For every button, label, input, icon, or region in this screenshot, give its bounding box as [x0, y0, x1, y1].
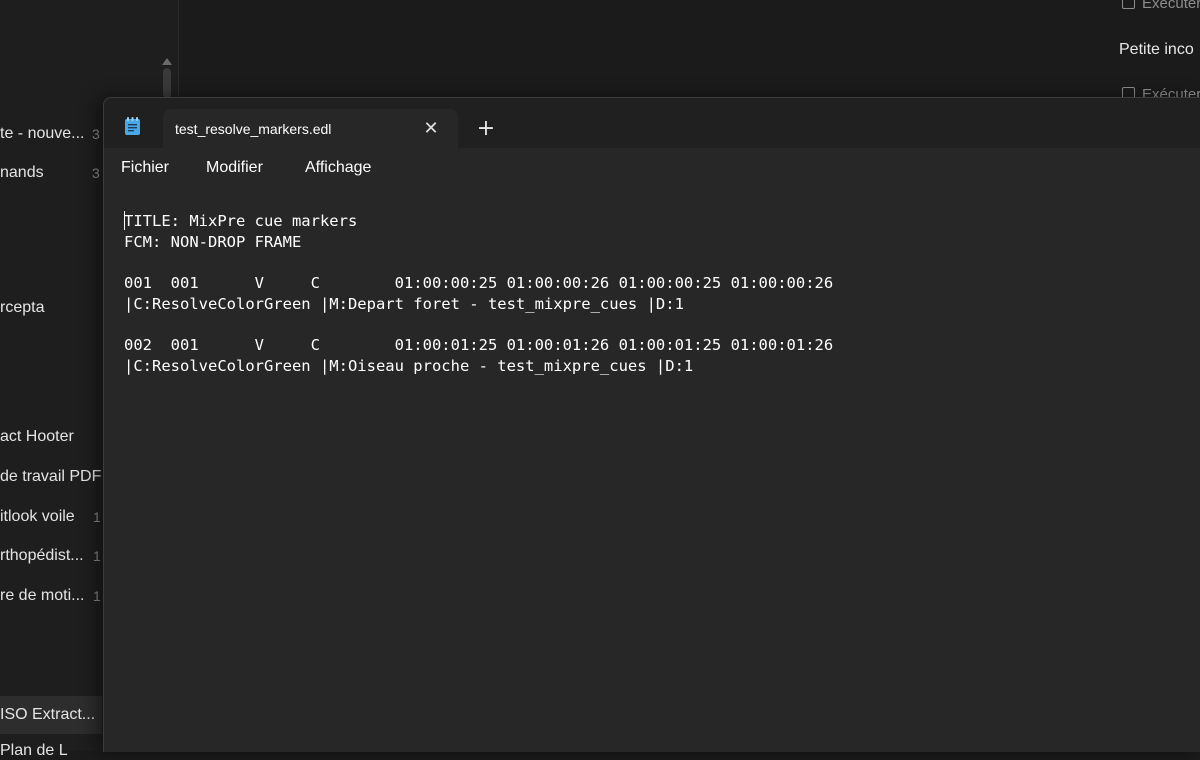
background-list-item[interactable]: de travail PDF: [0, 468, 102, 486]
background-list-count: 1: [93, 588, 101, 604]
background-list-item[interactable]: itlook voile: [0, 508, 90, 526]
background-item-title[interactable]: Petite inco: [1119, 41, 1194, 59]
background-run-label: Exécuter: [1142, 0, 1200, 12]
menu-file[interactable]: Fichier: [121, 159, 169, 177]
background-list-item-selected[interactable]: ISO Extract...: [0, 706, 102, 724]
background-list-count: 1: [93, 509, 101, 525]
notepad-app-icon: [124, 117, 141, 136]
background-list-item[interactable]: re de moti...: [0, 587, 90, 605]
title-bar[interactable]: test_resolve_markers.edl ✕ +: [104, 98, 1200, 148]
background-list-item[interactable]: act Hooter: [0, 428, 102, 446]
menu-view[interactable]: Affichage: [305, 159, 371, 177]
text-editor[interactable]: TITLE: MixPre cue markers FCM: NON-DROP …: [104, 190, 1200, 752]
run-icon: [1122, 0, 1135, 9]
tab-active-document[interactable]: test_resolve_markers.edl ✕: [163, 109, 458, 149]
background-list-count: 1: [93, 548, 101, 564]
background-list-item[interactable]: te - nouve...: [0, 125, 102, 143]
close-tab-icon[interactable]: ✕: [420, 118, 442, 140]
text-caret: [124, 211, 125, 230]
tab-title: test_resolve_markers.edl: [175, 121, 331, 137]
background-run-item[interactable]: Exécuter: [1122, 0, 1200, 12]
editor-content[interactable]: TITLE: MixPre cue markers FCM: NON-DROP …: [124, 211, 833, 377]
background-list-item[interactable]: rcepta: [0, 299, 102, 317]
background-list-item[interactable]: nands: [0, 164, 102, 182]
new-tab-plus-icon[interactable]: +: [474, 117, 498, 141]
background-list-count: 3: [92, 165, 100, 181]
background-list-item[interactable]: rthopédist...: [0, 547, 90, 565]
menu-bar: Fichier Modifier Affichage: [104, 148, 1200, 190]
notepad-window: test_resolve_markers.edl ✕ + Fichier Mod…: [103, 97, 1200, 752]
scrollbar-thumb[interactable]: [163, 68, 171, 98]
scroll-up-arrow-icon[interactable]: [162, 58, 172, 65]
background-list-item[interactable]: Plan de L: [0, 742, 102, 760]
menu-edit[interactable]: Modifier: [206, 159, 263, 177]
background-list-count: 3: [92, 126, 100, 142]
